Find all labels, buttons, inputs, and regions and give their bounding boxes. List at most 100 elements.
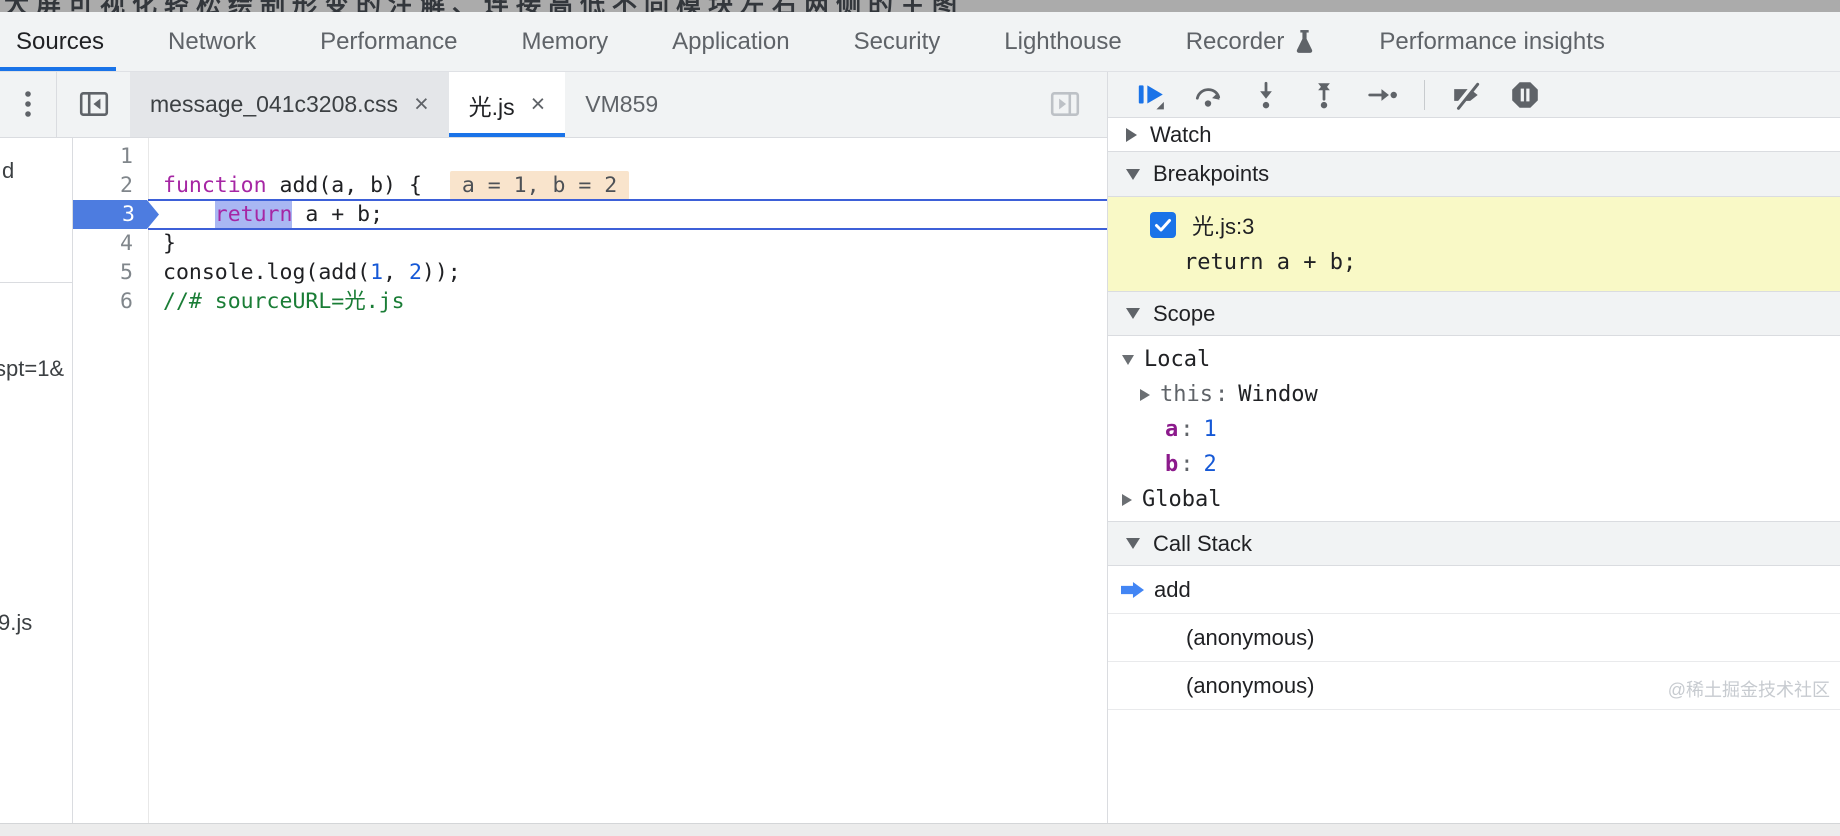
scope-group-local[interactable]: Local — [1108, 342, 1840, 377]
main-tab-label: Lighthouse — [1004, 28, 1121, 56]
main-tab-performance-insights[interactable]: Performance insights — [1379, 12, 1604, 71]
scope-section-header[interactable]: Scope — [1108, 291, 1840, 336]
chevron-down-icon — [1122, 355, 1134, 365]
code-text[interactable]: function add(a, b) { a = 1, b = 2 — [163, 171, 629, 200]
breakpoint-checkbox[interactable] — [1150, 212, 1176, 238]
file-tab-1[interactable]: message_041c3208.css × — [130, 72, 449, 137]
main-tab-security[interactable]: Security — [854, 12, 941, 71]
navigator-file-fragment[interactable]: spt=1& — [0, 356, 64, 382]
line-number[interactable]: 1 — [73, 142, 133, 171]
file-tab-2[interactable]: 光.js × — [449, 72, 566, 137]
chevron-right-icon — [1140, 389, 1150, 401]
scope-group-label: Global — [1142, 487, 1221, 512]
token-keyword: function — [163, 171, 267, 200]
file-tab-label: message_041c3208.css — [150, 91, 398, 118]
colon-separator: : — [1180, 417, 1193, 442]
token-number: 2 — [409, 258, 422, 287]
main-tab-lighthouse[interactable]: Lighthouse — [1004, 12, 1121, 71]
file-tab-3[interactable]: VM859 — [565, 72, 678, 137]
scope-variable-this[interactable]: this:Window — [1108, 377, 1840, 412]
line-number[interactable]: 2 — [73, 171, 133, 200]
variable-name: this — [1160, 382, 1213, 407]
step-over-icon[interactable] — [1192, 79, 1224, 111]
clipped-page-title: 大屏可视化轻松绘制形变的注解、连接高低不同模块左右两侧的主图 — [4, 0, 1064, 12]
more-options-icon[interactable] — [24, 90, 32, 123]
frame-label: (anonymous) — [1186, 673, 1314, 699]
resume-icon[interactable] — [1134, 79, 1166, 111]
chevron-right-icon — [1122, 494, 1132, 506]
token-plain: , — [383, 258, 409, 287]
scope-variable-a: a:1 — [1108, 412, 1840, 447]
navigator-sliver: d spt=1& 9.js — [0, 138, 73, 823]
main-tab-application[interactable]: Application — [672, 12, 789, 71]
main-tab-recorder[interactable]: Recorder — [1186, 12, 1316, 71]
call-stack-section-header[interactable]: Call Stack — [1108, 521, 1840, 566]
clipped-page-title-strip: 大屏可视化轻松绘制形变的注解、连接高低不同模块左右两侧的主图 — [0, 0, 1840, 12]
main-tab-memory[interactable]: Memory — [521, 12, 608, 71]
navigator-file-fragment[interactable]: 9.js — [0, 610, 32, 636]
token-plain — [163, 200, 215, 229]
variable-name: a — [1165, 417, 1178, 442]
code-text[interactable]: //# sourceURL=光.js — [163, 287, 405, 316]
main-tab-performance[interactable]: Performance — [320, 12, 457, 71]
code-text[interactable]: return a + b; — [163, 200, 383, 229]
step-into-icon[interactable] — [1250, 79, 1282, 111]
token-comment: //# sourceURL=光.js — [163, 287, 405, 316]
line-number[interactable]: 5 — [73, 258, 133, 287]
call-stack-label: Call Stack — [1153, 531, 1252, 557]
scope-variable-b: b:2 — [1108, 447, 1840, 482]
line-number[interactable]: 6 — [73, 287, 133, 316]
code-text[interactable]: console.log(add(1, 2)); — [163, 258, 461, 287]
main-toolbar-tabs: Sources Network Performance Memory Applicati… — [16, 12, 1669, 71]
scope-tree: Localthis:Windowa:1b:2Global — [1108, 336, 1840, 521]
variable-value: 1 — [1204, 417, 1217, 442]
scope-group-label: Local — [1144, 347, 1210, 372]
breakpoint-entry[interactable]: 光.js:3 return a + b; — [1108, 197, 1840, 291]
step-icon[interactable] — [1366, 79, 1398, 111]
chevron-down-icon — [1126, 169, 1140, 180]
pause-on-exceptions-icon[interactable] — [1509, 79, 1541, 111]
main-tab-sources[interactable]: Sources — [16, 12, 104, 71]
execution-breakpoint-marker[interactable]: 3 — [73, 200, 159, 229]
inline-eval-annotation: a = 1, b = 2 — [450, 171, 629, 200]
status-bar-sliver — [0, 823, 1840, 836]
workbench: message_041c3208.css × 光.js × VM859 d spt=1&… — [0, 72, 1840, 823]
call-stack-frame-2[interactable]: (anonymous) — [1108, 614, 1840, 662]
scope-group-global[interactable]: Global — [1108, 482, 1840, 517]
open-debugger-panel-icon[interactable] — [1049, 88, 1081, 125]
collapse-navigator-icon[interactable] — [78, 88, 110, 125]
code-text[interactable]: } — [163, 229, 176, 258]
main-tab-label: Memory — [521, 28, 608, 56]
main-tab-label: Security — [854, 28, 941, 56]
line-number[interactable]: 4 — [73, 229, 133, 258]
scope-label: Scope — [1153, 301, 1215, 327]
toolbar-separator — [1424, 80, 1425, 110]
variable-value: 2 — [1204, 452, 1217, 477]
current-frame-arrow-icon — [1121, 582, 1144, 598]
token-plain: add(a, b) { — [267, 171, 422, 200]
close-tab-icon[interactable]: × — [414, 92, 429, 117]
close-tab-icon[interactable]: × — [531, 92, 546, 117]
breakpoint-snippet[interactable]: return a + b; — [1108, 250, 1840, 275]
navigator-file-fragment[interactable]: d — [2, 158, 14, 184]
variable-value: Window — [1238, 382, 1317, 407]
deactivate-breakpoints-icon[interactable] — [1451, 79, 1483, 111]
debugger-toolbar — [1108, 72, 1840, 118]
code-line-2: 2 function add(a, b) { a = 1, b = 2 — [73, 171, 1107, 200]
breakpoints-section-header[interactable]: Breakpoints — [1108, 152, 1840, 197]
file-tab-label: 光.js — [469, 88, 515, 122]
step-out-icon[interactable] — [1308, 79, 1340, 111]
token-keyword: return — [215, 200, 293, 229]
call-stack-frame-3[interactable]: (anonymous) @稀土掘金技术社区 — [1108, 662, 1840, 710]
token-number: 1 — [370, 258, 383, 287]
watermark: @稀土掘金技术社区 — [1668, 676, 1830, 702]
code-editor[interactable]: 12function add(a, b) {a = 1, b = 23 retu… — [73, 138, 1107, 823]
frame-label: add — [1154, 577, 1191, 603]
main-tab-network[interactable]: Network — [168, 12, 256, 71]
devtools-window: 大屏可视化轻松绘制形变的注解、连接高低不同模块左右两侧的主图 Sources Ne… — [0, 0, 1840, 836]
call-stack-frame-1[interactable]: add — [1108, 566, 1840, 614]
watch-section-header[interactable]: Watch — [1108, 118, 1840, 152]
code-line-1: 1 — [73, 142, 1107, 171]
main-tab-label: Network — [168, 28, 256, 56]
watch-label: Watch — [1150, 122, 1212, 148]
